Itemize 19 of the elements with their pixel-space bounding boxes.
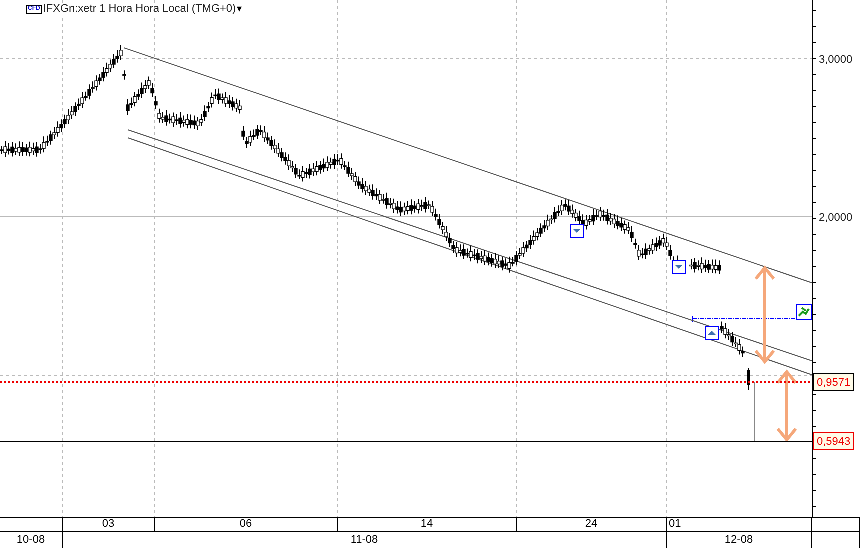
month-label: 10-08 [0, 532, 63, 548]
month-label: 12-08 [667, 532, 812, 548]
double-arrow[interactable] [754, 266, 776, 364]
drop-line [754, 382, 756, 442]
price-label: 0,9571 [813, 373, 854, 391]
month-label: 11-08 [63, 532, 667, 548]
day-label: 06 [155, 518, 338, 532]
double-arrow[interactable] [776, 370, 798, 442]
chart-title: IFXGn:xetr 1 Hora Hora Local (TMG+0) [43, 3, 236, 15]
day-label: 14 [338, 518, 517, 532]
day-label: 01 [667, 518, 812, 532]
dropdown-caret[interactable]: ▾ [237, 3, 242, 15]
price-tick-label: 2,0000 [819, 212, 853, 224]
price-tick-label: 3,0000 [819, 54, 853, 66]
day-label: 03 [63, 518, 155, 532]
signal-icon[interactable] [796, 304, 812, 320]
day-label: 24 [517, 518, 667, 532]
level-line[interactable] [692, 316, 798, 322]
price-label: 0,5943 [813, 432, 854, 450]
